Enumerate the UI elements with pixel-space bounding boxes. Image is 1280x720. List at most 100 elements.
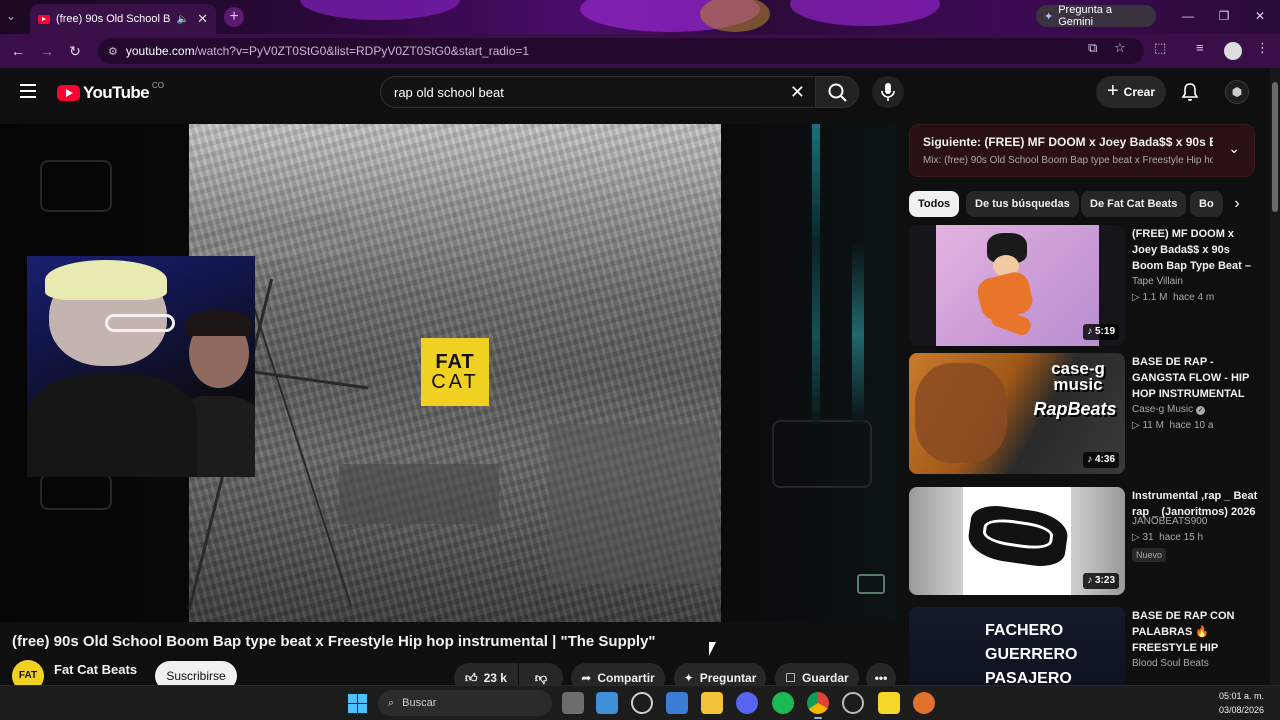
thumbs-down-icon: 👎︎	[534, 670, 548, 685]
up-next-panel[interactable]: Siguiente: (FREE) MF DOOM x Joey Bada$$ …	[909, 124, 1255, 177]
youtube-header: YouTube CO rap old school beat ✕ + Crear…	[0, 68, 1270, 116]
video-thumbnail[interactable]: ♪ 5:19	[909, 225, 1125, 346]
discord-icon[interactable]	[736, 692, 758, 714]
recommendation-title[interactable]: BASE DE RAP - GANGSTA FLOW - HIP HOP INS…	[1132, 354, 1258, 402]
taskbar-search-box[interactable]: ⌕ Buscar	[378, 690, 552, 716]
gemini-spark-icon: ✦	[1044, 10, 1054, 23]
maximize-window-button[interactable]: ❐	[1207, 0, 1241, 32]
back-arrow-icon[interactable]: ←	[7, 41, 29, 61]
verified-check-icon: ✓	[1196, 406, 1206, 415]
browser-toolbar: ← → ↻ ⚙ youtube.com/watch?v=PyV0ZT0StG0&…	[0, 34, 1280, 68]
ghost-overlay-frame	[40, 160, 112, 212]
chrome-icon[interactable]	[807, 692, 829, 719]
extensions-icon[interactable]: ⬚	[1154, 40, 1166, 56]
upload-age: hace 10 a	[1169, 420, 1214, 431]
task-view-icon[interactable]	[562, 692, 584, 714]
app-icon[interactable]	[913, 692, 935, 714]
chip-de-fat-cat-beats[interactable]: De Fat Cat Beats	[1081, 191, 1187, 217]
account-avatar[interactable]: ⬢	[1225, 80, 1249, 104]
tab-search-icon[interactable]: ⌄	[6, 9, 24, 25]
recommendation-title[interactable]: (FREE) MF DOOM x Joey Bada$$ x 90s Boom …	[1132, 226, 1258, 274]
youtube-wordmark: YouTube	[83, 83, 150, 102]
browser-tab-active[interactable]: (free) 90s Old School Boom 🔈 ✕	[30, 4, 216, 34]
bookmark-icon: ☐	[785, 671, 797, 685]
windows-start-icon[interactable]	[348, 694, 367, 713]
recommendation-channel[interactable]: Case-g Music ✓	[1132, 404, 1206, 415]
voice-search-button[interactable]	[872, 76, 904, 108]
duration-text: 5:19	[1094, 326, 1115, 337]
bell-icon	[1181, 83, 1199, 101]
up-next-mix: Mix: (free) 90s Old School Boom Bap type…	[923, 155, 1213, 166]
browser-menu-icon[interactable]: ⋮	[1256, 40, 1269, 56]
scrollbar-thumb[interactable]	[1272, 82, 1278, 212]
recommendation-channel[interactable]: Tape Villain	[1132, 276, 1183, 287]
address-bar[interactable]: ⚙ youtube.com/watch?v=PyV0ZT0StG0&list=R…	[98, 38, 1144, 64]
sticky-notes-icon[interactable]	[878, 692, 900, 714]
thumbnail-text: FACHERO GUERRERO PASAJERO	[985, 619, 1077, 685]
search-query-text: rap old school beat	[394, 85, 504, 100]
bookmark-star-icon[interactable]: ☆	[1114, 40, 1126, 56]
view-count: 11 M	[1142, 420, 1164, 431]
channel-watermark[interactable]	[857, 574, 885, 594]
notifications-button[interactable]	[1180, 82, 1200, 107]
share-label: Compartir	[597, 671, 655, 685]
recommendation-meta: ▷ 1.1 M hace 4 m	[1132, 292, 1215, 303]
search-input[interactable]: rap old school beat ✕	[380, 76, 816, 108]
fat-cat-logo: FAT CAT	[421, 338, 489, 406]
search-button[interactable]	[815, 76, 859, 108]
copilot-icon[interactable]	[631, 692, 653, 714]
site-info-icon[interactable]: ⚙	[108, 45, 118, 58]
widgets-icon[interactable]	[596, 692, 618, 714]
video-player[interactable]: FAT CAT	[0, 124, 897, 622]
filter-chips: Todos De tus búsquedas De Fat Cat Beats …	[909, 191, 1259, 217]
create-label: Crear	[1123, 85, 1156, 99]
tab-close-icon[interactable]: ✕	[197, 11, 208, 27]
url-text: youtube.com/watch?v=PyV0ZT0StG0&list=RDP…	[126, 44, 529, 58]
spotify-icon[interactable]	[772, 692, 794, 714]
windows-taskbar: ⌕ Buscar 05:01 a. m. 03/08/2026	[0, 685, 1280, 720]
media-control-icon[interactable]: ≡	[1196, 40, 1204, 55]
recommendation-item[interactable]: ♪ 5:19 (FREE) MF DOOM x Joey Bada$$ x 90…	[909, 225, 1259, 349]
recommendation-item[interactable]: FACHERO GUERRERO PASAJERO BASE DE RAP CON …	[909, 607, 1259, 685]
youtube-play-icon	[57, 85, 80, 101]
gemini-button[interactable]: ✦ Pregunta a Gemini	[1036, 4, 1156, 28]
minimize-window-button[interactable]: —	[1171, 0, 1205, 32]
clear-search-icon[interactable]: ✕	[790, 82, 805, 103]
plus-icon: +	[1106, 79, 1119, 102]
forward-arrow-icon[interactable]: →	[36, 41, 58, 61]
youtube-logo[interactable]: YouTube CO	[57, 81, 164, 103]
page-scrollbar[interactable]	[1270, 68, 1280, 685]
system-clock[interactable]: 05:01 a. m. 03/08/2026	[1219, 689, 1264, 717]
menu-icon[interactable]	[20, 84, 36, 98]
install-app-icon[interactable]: ⧉	[1088, 40, 1097, 56]
video-thumbnail[interactable]: case-g music RapBeats ♪ 4:36	[909, 353, 1125, 474]
obs-icon[interactable]	[842, 692, 864, 714]
recommendation-channel[interactable]: JANOBEATS900	[1132, 516, 1207, 527]
duration-text: 3:23	[1094, 575, 1115, 586]
microsoft-store-icon[interactable]	[666, 692, 688, 714]
person-2-hair	[185, 310, 251, 336]
teal-light-streak	[812, 124, 820, 424]
chip-todos[interactable]: Todos	[909, 191, 960, 217]
recommendation-item[interactable]: ♪ 3:23 Instrumental ,rap _ Beat rap _ (J…	[909, 487, 1259, 611]
chip-de-tus-busquedas[interactable]: De tus búsquedas	[966, 191, 1079, 217]
recommendation-channel[interactable]: Blood Soul Beats	[1132, 658, 1209, 669]
create-button[interactable]: + Crear	[1096, 76, 1166, 108]
background-blob	[790, 0, 940, 26]
new-tab-button[interactable]: +	[224, 7, 244, 27]
file-explorer-icon[interactable]	[701, 692, 723, 714]
chip-truncated[interactable]: Bo	[1190, 191, 1223, 217]
speaker-icon[interactable]: 🔈	[177, 14, 189, 25]
chevron-down-icon[interactable]: ⌄	[1228, 140, 1240, 157]
video-thumbnail[interactable]: FACHERO GUERRERO PASAJERO	[909, 607, 1125, 685]
recommendation-title[interactable]: BASE DE RAP CON PALABRAS 🔥 FREESTYLE HIP…	[1132, 608, 1258, 656]
recommendation-item[interactable]: case-g music RapBeats ♪ 4:36 BASE DE RAP …	[909, 353, 1259, 477]
reload-icon[interactable]: ↻	[64, 41, 86, 61]
background-blob	[700, 0, 770, 32]
duration-badge: ♪ 4:36	[1083, 452, 1119, 468]
close-window-button[interactable]: ✕	[1243, 0, 1277, 32]
chevron-right-icon[interactable]: ›	[1224, 191, 1250, 217]
channel-name[interactable]: Fat Cat Beats	[54, 662, 137, 677]
video-thumbnail[interactable]: ♪ 3:23	[909, 487, 1125, 595]
profile-avatar-icon[interactable]	[1224, 42, 1242, 60]
